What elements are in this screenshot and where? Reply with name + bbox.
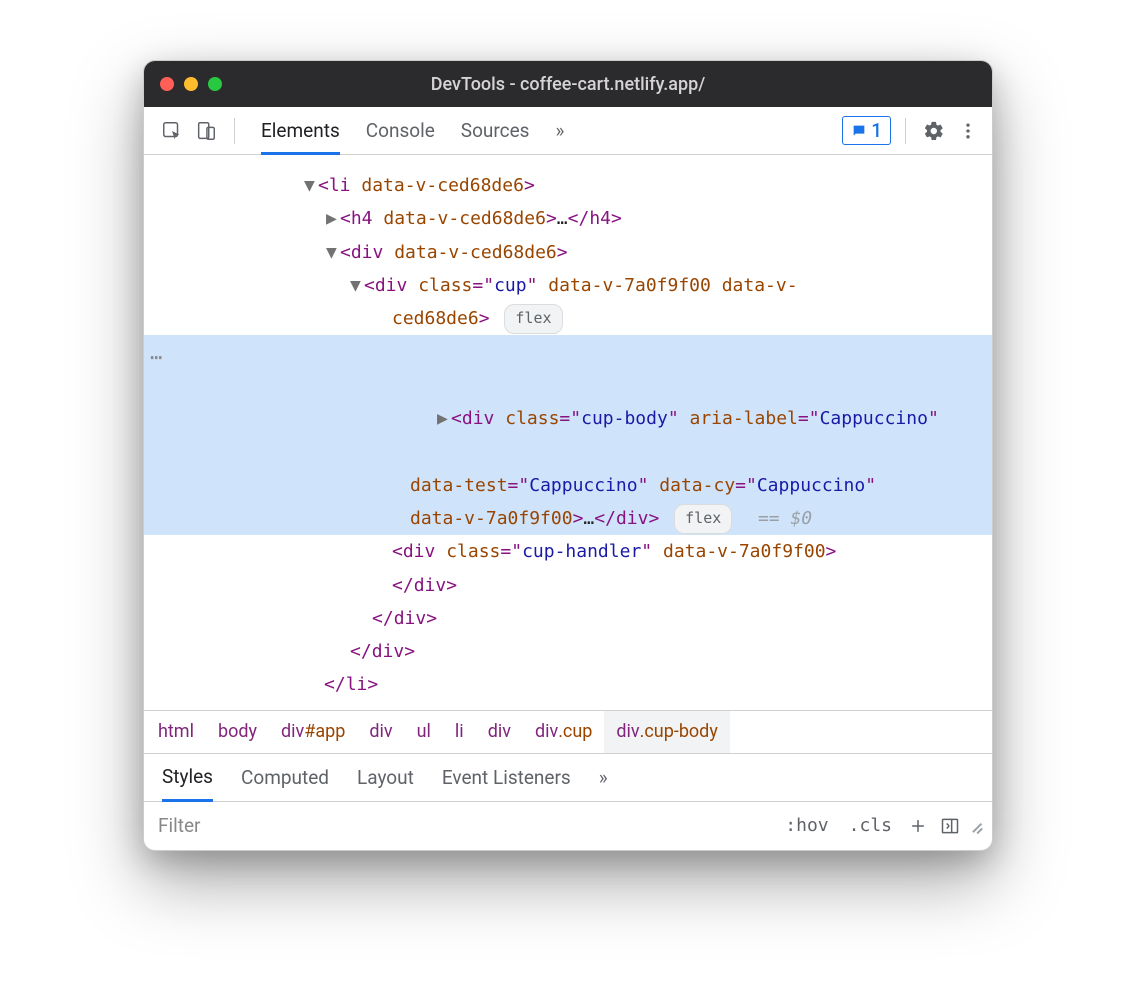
tabs-overflow-icon[interactable]: » <box>555 119 564 142</box>
crumb[interactable]: li <box>443 711 476 753</box>
dom-row[interactable]: </div> <box>144 602 992 635</box>
crumb[interactable]: div <box>476 711 523 753</box>
row-actions-icon[interactable]: ⋯ <box>150 339 163 376</box>
new-style-rule-icon[interactable] <box>902 816 934 836</box>
subtab-computed[interactable]: Computed <box>241 766 329 789</box>
issues-count: 1 <box>871 119 882 142</box>
devtools-window: DevTools - coffee-cart.netlify.app/ Elem… <box>143 60 993 851</box>
main-toolbar: Elements Console Sources » 1 <box>144 107 992 155</box>
subtab-layout[interactable]: Layout <box>357 766 414 789</box>
hover-toggle[interactable]: :hov <box>775 815 838 836</box>
inspect-element-icon[interactable] <box>158 117 186 145</box>
dom-row-wrap: data-test="Cappuccino" data-cy="Cappucci… <box>144 469 992 502</box>
styles-subtabs: Styles Computed Layout Event Listeners » <box>144 754 992 802</box>
tab-sources[interactable]: Sources <box>461 119 530 142</box>
device-toolbar-icon[interactable] <box>192 117 220 145</box>
dom-row[interactable]: ▼<li data-v-ced68de6> <box>144 169 992 202</box>
toggle-sidebar-icon[interactable] <box>934 816 966 836</box>
titlebar: DevTools - coffee-cart.netlify.app/ <box>144 61 992 107</box>
crumb-active[interactable]: div.cup-body <box>604 711 729 753</box>
crumb[interactable]: div <box>357 711 404 753</box>
subtab-styles[interactable]: Styles <box>162 765 213 802</box>
crumb[interactable]: html <box>146 711 206 753</box>
flex-badge[interactable]: flex <box>504 304 562 334</box>
separator <box>234 118 235 144</box>
tab-console[interactable]: Console <box>366 119 435 142</box>
settings-gear-icon[interactable] <box>920 117 948 145</box>
tab-elements[interactable]: Elements <box>261 119 340 155</box>
separator <box>905 118 906 144</box>
crumb[interactable]: div#app <box>269 711 357 753</box>
dom-row[interactable]: ▼<div data-v-ced68de6> <box>144 236 992 269</box>
maximize-window-button[interactable] <box>208 77 222 91</box>
crumb[interactable]: ul <box>405 711 443 753</box>
styles-filter-bar: :hov .cls <box>144 802 992 850</box>
resize-handle-icon[interactable] <box>966 818 982 834</box>
breadcrumb-trail: html body div#app div ul li div div.cup … <box>144 710 992 754</box>
traffic-lights <box>160 77 222 91</box>
issues-badge[interactable]: 1 <box>842 116 891 145</box>
close-window-button[interactable] <box>160 77 174 91</box>
dom-row[interactable]: </div> <box>144 635 992 668</box>
class-toggle[interactable]: .cls <box>839 815 902 836</box>
console-ref: == $0 <box>758 508 812 529</box>
dom-row[interactable]: </div> <box>144 569 992 602</box>
crumb[interactable]: div.cup <box>523 711 604 753</box>
dom-row[interactable]: ▶<h4 data-v-ced68de6>…</h4> <box>144 202 992 235</box>
dom-row[interactable]: <div class="cup-handler" data-v-7a0f9f00… <box>144 535 992 568</box>
dom-row[interactable]: </li> <box>144 668 992 701</box>
styles-filter-input[interactable] <box>144 802 775 850</box>
dom-row-selected[interactable]: ⋯ ▶<div class="cup-body" aria-label="Cap… <box>144 335 992 468</box>
subtab-event-listeners[interactable]: Event Listeners <box>442 766 571 789</box>
dom-row[interactable]: ▼<div class="cup" data-v-7a0f9f00 data-v… <box>144 269 992 302</box>
flex-badge[interactable]: flex <box>674 504 732 534</box>
more-menu-icon[interactable] <box>954 117 982 145</box>
dom-row-clipped: <li data-v-ced68de6> … </li> <box>144 159 992 166</box>
dom-row-wrap: ced68de6> flex <box>144 302 992 335</box>
window-title: DevTools - coffee-cart.netlify.app/ <box>160 74 976 95</box>
dom-row-wrap: data-v-7a0f9f00>…</div> flex == $0 <box>144 502 992 535</box>
subtabs-overflow-icon[interactable]: » <box>599 766 608 789</box>
crumb[interactable]: body <box>206 711 269 753</box>
panel-tabs: Elements Console Sources » <box>249 119 836 142</box>
dom-tree[interactable]: <li data-v-ced68de6> … </li> ▼<li data-v… <box>144 155 992 710</box>
minimize-window-button[interactable] <box>184 77 198 91</box>
